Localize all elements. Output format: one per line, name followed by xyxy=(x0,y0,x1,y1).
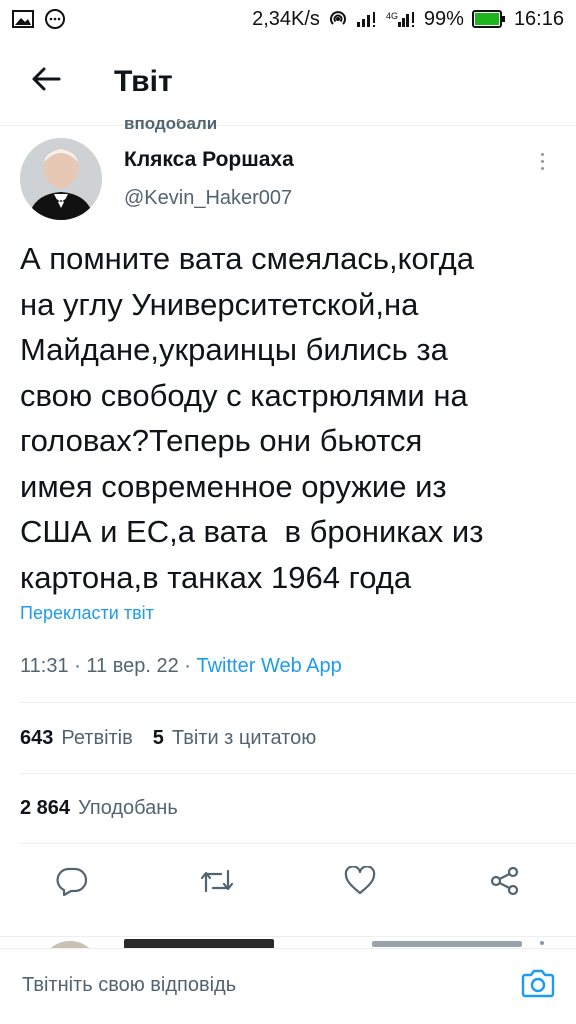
reply-button[interactable] xyxy=(49,860,95,906)
tweet-meta: 11:31 · 11 вер. 22 · Twitter Web App xyxy=(20,655,342,678)
tweet-actions xyxy=(0,860,576,906)
tweet-time: 11:31 xyxy=(20,655,69,677)
hotspot-icon xyxy=(328,9,348,29)
retweets-stat[interactable]: 643 Ретвітів xyxy=(20,727,133,750)
likes-stats: 2 864 Уподобань xyxy=(20,797,198,820)
svg-text:4G: 4G xyxy=(386,11,398,21)
tweet-source-link[interactable]: Twitter Web App xyxy=(197,655,342,677)
retweet-icon xyxy=(199,867,235,900)
tweet-text-line: головах?Теперь они бьются xyxy=(20,423,423,458)
battery-icon xyxy=(471,10,506,28)
retweets-label: Ретвітів xyxy=(61,727,133,749)
share-icon xyxy=(489,866,521,901)
divider xyxy=(20,843,576,844)
engagement-stats: 643 Ретвітів 5 Твіти з цитатою xyxy=(20,727,336,750)
translate-tweet-link[interactable]: Перекласти твіт xyxy=(20,603,154,624)
image-icon xyxy=(12,10,34,28)
meta-separator: · xyxy=(74,655,81,677)
status-bar: 2,34K/s 4G 99% 16:16 xyxy=(0,0,576,38)
arrow-left-icon xyxy=(31,66,61,97)
page-title: Твіт xyxy=(114,64,173,98)
quotes-label: Твіти з цитатою xyxy=(171,727,317,749)
camera-icon xyxy=(521,968,555,1003)
likes-label: Уподобань xyxy=(78,797,178,819)
battery-percent: 99% xyxy=(423,7,464,30)
reply-icon xyxy=(56,866,88,901)
reply-author-name xyxy=(124,939,274,948)
tweet-text-line: на углу Университетской,на xyxy=(20,286,419,322)
more-options-button[interactable] xyxy=(530,146,554,176)
top-app-bar: Твіт xyxy=(0,38,576,126)
quotes-count: 5 xyxy=(152,727,164,749)
author-name[interactable]: Клякса Роршаха xyxy=(124,148,294,172)
author-handle[interactable]: @Kevin_Haker007 xyxy=(124,187,292,210)
social-context: вподобали xyxy=(124,119,218,133)
tweet-text-line: Майдане,украинцы бились за xyxy=(20,332,448,367)
share-button[interactable] xyxy=(482,860,528,906)
more-dots-icon xyxy=(540,941,544,945)
likes-stat[interactable]: 2 864 Уподобань xyxy=(20,797,178,820)
quotes-stat[interactable]: 5 Твіти з цитатою xyxy=(153,727,316,750)
divider xyxy=(20,702,576,703)
network-speed: 2,34K/s xyxy=(252,7,320,30)
retweet-button[interactable] xyxy=(194,860,240,906)
tweet-text: А помните вата смеялась,когда на углу Ун… xyxy=(20,236,560,600)
likes-count: 2 864 xyxy=(20,797,71,819)
reply-bar: Твітніть свою відповідь xyxy=(0,948,576,1024)
like-button[interactable] xyxy=(337,860,383,906)
tweet-text-line: картона,в танках 1964 года xyxy=(20,559,412,595)
reply-input[interactable]: Твітніть свою відповідь xyxy=(22,963,492,1007)
tweet-text-line: имея современное оружие из xyxy=(20,468,447,504)
signal-icon xyxy=(356,10,378,28)
avatar xyxy=(40,941,100,948)
avatar[interactable] xyxy=(20,138,102,220)
chat-bubble-icon xyxy=(44,8,66,30)
signal-4g-icon: 4G xyxy=(386,10,416,28)
tweet-text-line: свою свободу с кастрюлями на xyxy=(20,377,468,413)
tweet-text-line: США и ЕС,а вата в брониках из xyxy=(20,514,484,549)
tweet-text-line: А помните вата смеялась,когда xyxy=(20,241,474,276)
next-reply-preview[interactable] xyxy=(0,936,576,948)
back-button[interactable] xyxy=(0,38,92,126)
retweets-count: 643 xyxy=(20,727,54,749)
divider xyxy=(20,773,576,774)
meta-separator: · xyxy=(184,655,191,677)
more-dots-icon xyxy=(540,152,544,156)
camera-button[interactable] xyxy=(518,965,558,1005)
tweet-date: 11 вер. 22 xyxy=(86,655,179,677)
like-icon xyxy=(344,864,376,901)
reply-author-handle xyxy=(372,941,522,947)
clock: 16:16 xyxy=(513,7,564,30)
